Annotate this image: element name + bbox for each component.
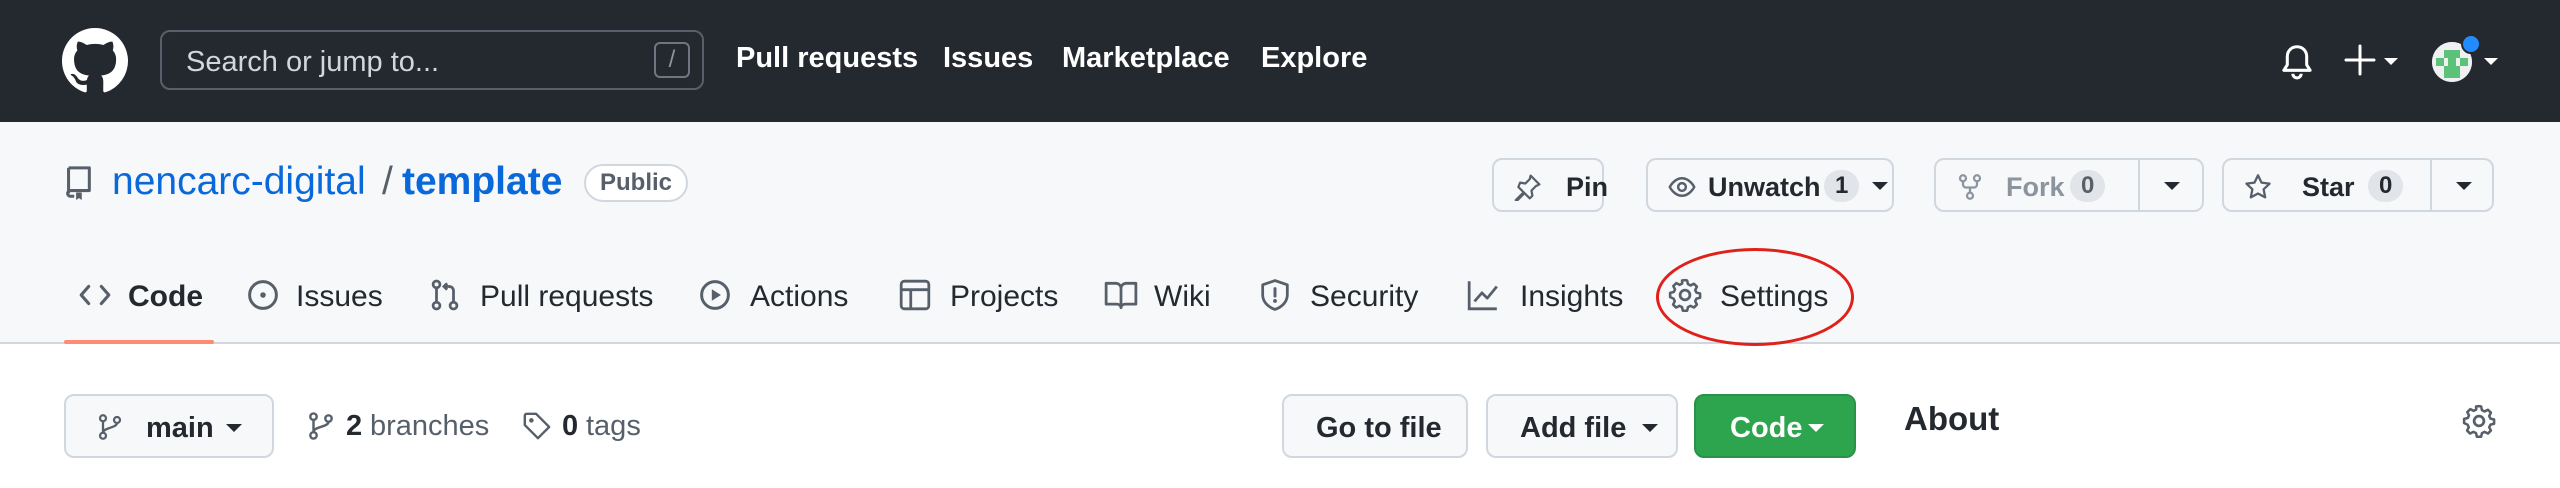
watchers-count: 1 [1824, 170, 1860, 202]
tags-count: 0 [562, 410, 579, 442]
chevron-down-icon [226, 424, 242, 432]
fork-icon [1958, 174, 1982, 200]
chevron-down-icon [1808, 424, 1824, 432]
button-divider [2138, 160, 2140, 210]
fork-dropdown-chevron-icon[interactable] [2164, 182, 2180, 190]
plus-icon[interactable] [2344, 40, 2404, 80]
search-shortcut-key: / [654, 42, 690, 78]
tag-icon [523, 412, 551, 440]
code-button-label: Code [1730, 412, 1803, 444]
pin-label: Pin [1566, 172, 1609, 202]
nav-explore[interactable]: Explore [1261, 42, 1367, 75]
tab-issues[interactable]: Issues [246, 266, 386, 342]
tab-security[interactable]: Security [1258, 266, 1418, 342]
tab-wiki[interactable]: Wiki [1104, 266, 1214, 342]
pin-button[interactable]: Pin [1492, 158, 1608, 212]
go-to-file-button[interactable]: Go to file [1282, 394, 1468, 458]
visibility-badge: Public [584, 164, 689, 202]
table-icon [899, 279, 931, 311]
forks-count: 0 [2070, 170, 2106, 202]
tab-actions-label: Actions [750, 280, 849, 313]
notification-dot [2461, 34, 2481, 54]
stars-count: 0 [2368, 170, 2404, 202]
branches-count: 2 [346, 410, 363, 442]
gear-icon[interactable] [2462, 404, 2496, 438]
tags-label: tags [586, 410, 641, 442]
button-divider [2430, 160, 2432, 210]
code-button[interactable]: Code [1694, 394, 1856, 458]
github-logo-icon[interactable] [62, 28, 128, 94]
branch-select-button[interactable]: main [64, 394, 274, 458]
unwatch-button[interactable]: Unwatch 1 [1646, 158, 1894, 212]
tab-wiki-label: Wiki [1154, 280, 1211, 313]
pin-icon [1514, 174, 1541, 201]
add-file-button[interactable]: Add file [1486, 394, 1678, 458]
global-header: Search or jump to... / Pull requests Iss… [0, 0, 2560, 122]
avatar-caret-icon[interactable] [2484, 58, 2498, 65]
search-placeholder: Search or jump to... [186, 46, 440, 78]
bell-icon[interactable] [2280, 44, 2314, 80]
star-button-group: Star 0 [2222, 158, 2494, 212]
star-icon [2245, 174, 2271, 199]
repo-name-link[interactable]: template [402, 160, 562, 204]
book-icon [1104, 281, 1138, 310]
branch-icon [98, 414, 122, 440]
settings-highlight-annotation [1656, 248, 1854, 346]
tab-actions[interactable]: Actions [698, 266, 858, 342]
add-file-label: Add file [1520, 412, 1627, 444]
eye-icon [1668, 177, 1696, 197]
branches-label: branches [370, 410, 490, 442]
pull-request-icon [431, 279, 459, 311]
current-branch-label: main [146, 412, 214, 444]
code-icon [79, 284, 111, 306]
tab-insights-label: Insights [1520, 280, 1624, 313]
tab-pull-requests[interactable]: Pull requests [428, 266, 658, 342]
search-input[interactable]: Search or jump to... / [160, 30, 704, 90]
tab-issues-label: Issues [296, 280, 383, 313]
nav-issues[interactable]: Issues [943, 42, 1033, 75]
tab-code[interactable]: Code [78, 266, 208, 342]
shield-icon [1261, 279, 1289, 311]
tab-code-label: Code [128, 280, 203, 313]
tab-projects[interactable]: Projects [898, 266, 1058, 342]
tab-security-label: Security [1310, 280, 1419, 313]
tab-pull-requests-label: Pull requests [480, 280, 654, 313]
repo-icon [66, 166, 91, 200]
nav-marketplace[interactable]: Marketplace [1062, 42, 1230, 75]
branch-icon [309, 412, 333, 440]
fork-label[interactable]: Fork [2006, 172, 2065, 203]
star-label[interactable]: Star [2302, 172, 2355, 203]
repo-owner-link[interactable]: nencarc-digital [112, 160, 366, 204]
tab-insights[interactable]: Insights [1466, 266, 1626, 342]
graph-icon [1467, 281, 1498, 311]
nav-pull-requests[interactable]: Pull requests [736, 42, 918, 75]
repo-path-separator: / [382, 160, 393, 203]
chevron-down-icon [1642, 424, 1658, 432]
active-tab-indicator [64, 340, 214, 344]
play-icon [700, 280, 730, 310]
tab-projects-label: Projects [950, 280, 1059, 313]
repo-header: nencarc-digital / template Public Pin Un… [0, 122, 2560, 344]
issue-icon [248, 280, 278, 310]
go-to-file-label: Go to file [1316, 412, 1442, 444]
star-dropdown-chevron-icon[interactable] [2456, 182, 2472, 190]
fork-button-group: Fork 0 [1934, 158, 2204, 212]
about-heading: About [1904, 400, 2000, 437]
unwatch-label: Unwatch [1708, 172, 1821, 202]
chevron-down-icon[interactable] [1872, 182, 1888, 190]
